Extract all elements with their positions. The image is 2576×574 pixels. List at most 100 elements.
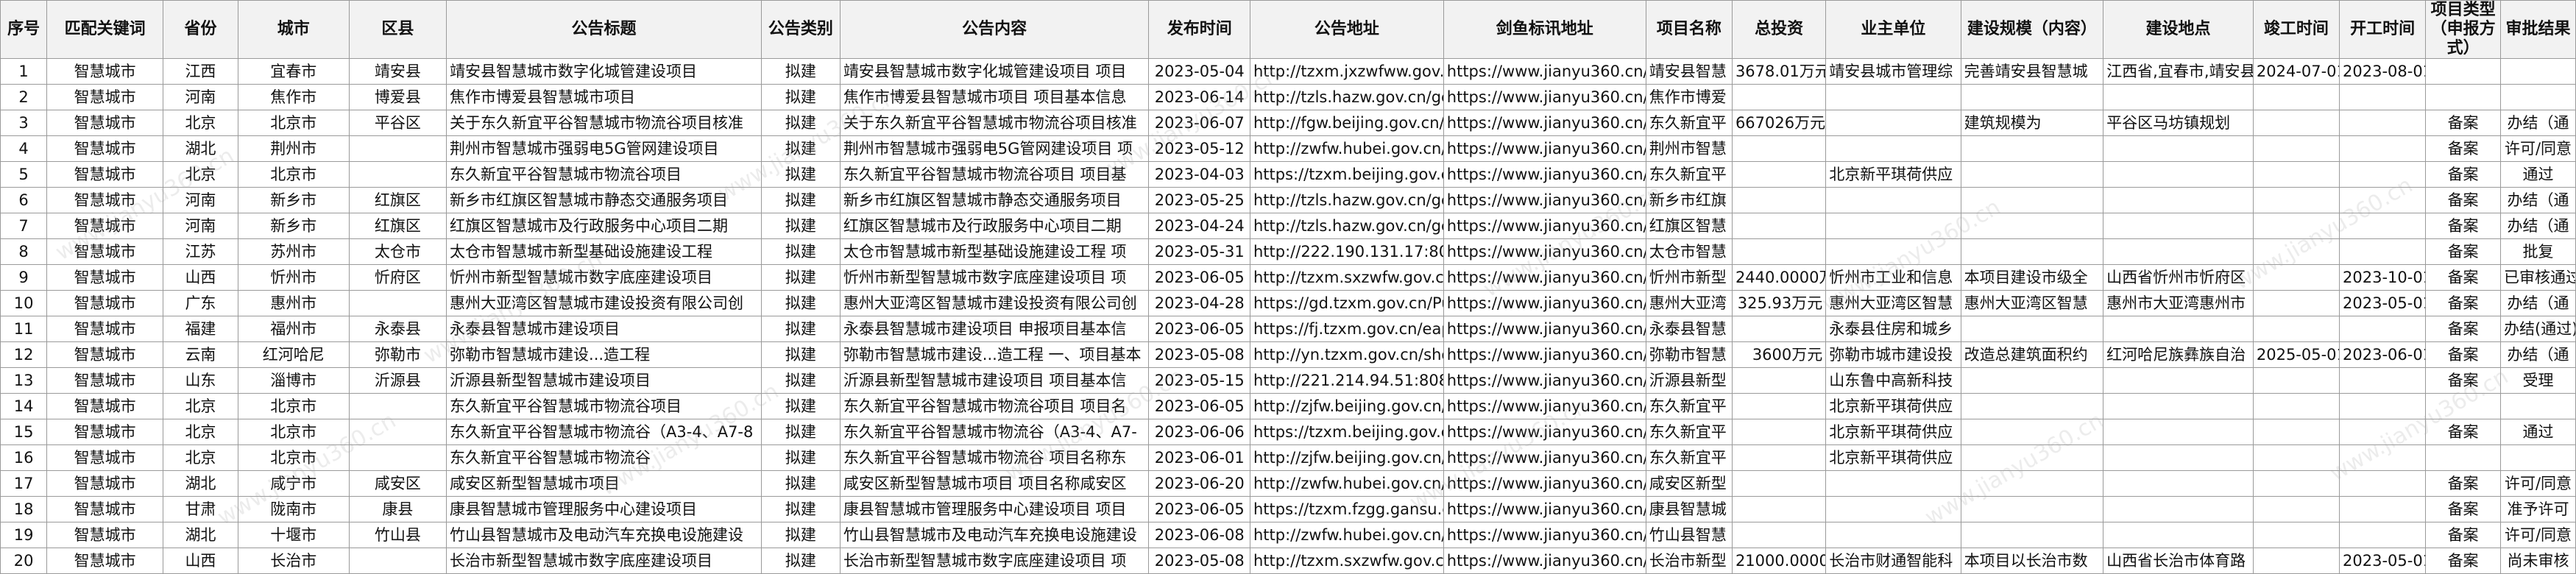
header-owner[interactable]: 业主单位	[1825, 0, 1961, 59]
cell-title[interactable]: 竹山县智慧城市及电动汽车充换电设施建设	[446, 522, 762, 548]
cell-seq[interactable]: 11	[0, 316, 48, 342]
cell-keyword[interactable]: 智慧城市	[46, 419, 164, 445]
cell-province[interactable]: 云南	[163, 341, 238, 368]
cell-title[interactable]: 东久新宜平谷智慧城市物流谷项目	[446, 161, 762, 188]
cell-start-date[interactable]	[2338, 187, 2427, 213]
cell-owner[interactable]: 长治市财通智能科	[1825, 548, 1961, 574]
cell-approval-result[interactable]: 许可/同意	[2500, 522, 2576, 548]
cell-seq[interactable]: 13	[0, 367, 48, 394]
cell-category[interactable]: 拟建	[760, 187, 841, 213]
cell-scale[interactable]: 完善靖安县智慧城	[1960, 58, 2104, 85]
cell-investment[interactable]	[1731, 213, 1827, 239]
cell-seq[interactable]: 20	[0, 548, 48, 574]
cell-city[interactable]: 北京市	[237, 444, 350, 471]
cell-publish-date[interactable]: 2023-05-08	[1148, 548, 1250, 574]
header-project-name[interactable]: 项目名称	[1645, 0, 1733, 59]
cell-scale[interactable]	[1960, 84, 2104, 110]
cell-location[interactable]	[2103, 393, 2254, 419]
cell-keyword[interactable]: 智慧城市	[46, 393, 164, 419]
cell-project-name[interactable]: 长治市新型	[1645, 548, 1733, 574]
cell-district[interactable]: 红旗区	[348, 187, 447, 213]
cell-jianyu-url[interactable]: https://www.jianyu360.cn/ar	[1443, 58, 1646, 85]
cell-category[interactable]: 拟建	[760, 58, 841, 85]
cell-district[interactable]: 弥勒市	[348, 341, 447, 368]
cell-owner[interactable]	[1825, 213, 1961, 239]
cell-notice-url[interactable]: https://tzxm.beijing.gov.cn/t	[1249, 161, 1444, 188]
cell-project-type[interactable]	[2425, 58, 2501, 85]
cell-jianyu-url[interactable]: https://www.jianyu360.cn/ar	[1443, 161, 1646, 188]
cell-project-name[interactable]: 东久新宜平	[1645, 110, 1733, 136]
cell-title[interactable]: 长治市新型智慧城市数字底座建设项目	[446, 548, 762, 574]
cell-keyword[interactable]: 智慧城市	[46, 213, 164, 239]
cell-district[interactable]: 竹山县	[348, 522, 447, 548]
cell-district[interactable]: 太仓市	[348, 238, 447, 265]
cell-keyword[interactable]: 智慧城市	[46, 58, 164, 85]
cell-start-date[interactable]	[2338, 393, 2427, 419]
cell-title[interactable]: 惠州大亚湾区智慧城市建设投资有限公司创	[446, 290, 762, 316]
cell-publish-date[interactable]: 2023-05-25	[1148, 187, 1250, 213]
cell-investment[interactable]: 667026万元	[1731, 110, 1827, 136]
table-row[interactable]: 1 智慧城市 江西 宜春市 靖安县 靖安县智慧城市数字化城管建设项目 拟建 靖安县智慧城市数字…	[0, 58, 2576, 85]
cell-notice-url[interactable]: https://gd.tzxm.gov.cn/Publ	[1249, 290, 1444, 316]
table-row[interactable]: 8 智慧城市 江苏 苏州市 太仓市 太仓市智慧城市新型基础设施建设工程 拟建 太仓市智慧城市新…	[0, 238, 2576, 265]
cell-owner[interactable]	[1825, 522, 1961, 548]
cell-location[interactable]: 平谷区马坊镇规划	[2103, 110, 2254, 136]
cell-notice-url[interactable]: http://222.190.131.17:8075/	[1249, 238, 1444, 265]
table-row[interactable]: 3 智慧城市 北京 北京市 平谷区 关于东久新宜平谷智慧城市物流谷项目核准 拟建 关于东久新宜…	[0, 110, 2576, 136]
cell-start-date[interactable]	[2338, 238, 2427, 265]
cell-jianyu-url[interactable]: https://www.jianyu360.cn/ar	[1443, 470, 1646, 497]
table-row[interactable]: 15 智慧城市 北京 北京市 东久新宜平谷智慧城市物流谷（A3-4、A7-8 拟建 东久新宜…	[0, 419, 2576, 445]
cell-jianyu-url[interactable]: https://www.jianyu360.cn/ar	[1443, 522, 1646, 548]
cell-publish-date[interactable]: 2023-04-24	[1148, 213, 1250, 239]
cell-district[interactable]: 永泰县	[348, 316, 447, 342]
cell-start-date[interactable]	[2338, 84, 2427, 110]
cell-completion-date[interactable]	[2252, 419, 2340, 445]
header-category[interactable]: 公告类别	[760, 0, 841, 59]
cell-city[interactable]: 北京市	[237, 110, 350, 136]
table-row[interactable]: 10 智慧城市 广东 惠州市 惠州大亚湾区智慧城市建设投资有限公司创 拟建 惠州大亚湾区智慧…	[0, 290, 2576, 316]
cell-title[interactable]: 咸安区新型智慧城市项目	[446, 470, 762, 497]
cell-content[interactable]: 关于东久新宜平谷智慧城市物流谷项目核准	[839, 110, 1150, 136]
cell-scale[interactable]: 本项目以长治市数	[1960, 548, 2104, 574]
cell-completion-date[interactable]	[2252, 84, 2340, 110]
cell-content[interactable]: 惠州大亚湾区智慧城市建设投资有限公司创	[839, 290, 1150, 316]
cell-owner[interactable]: 北京新平琪荷供应	[1825, 393, 1961, 419]
header-publish-date[interactable]: 发布时间	[1148, 0, 1250, 59]
cell-project-name[interactable]: 东久新宜平	[1645, 444, 1733, 471]
cell-province[interactable]: 北京	[163, 444, 238, 471]
cell-scale[interactable]	[1960, 393, 2104, 419]
cell-approval-result[interactable]: 许可/同意	[2500, 470, 2576, 497]
cell-city[interactable]: 荆州市	[237, 135, 350, 162]
cell-approval-result[interactable]: 通过	[2500, 419, 2576, 445]
cell-investment[interactable]: 3678.01万元	[1731, 58, 1827, 85]
cell-city[interactable]: 苏州市	[237, 238, 350, 265]
header-project-type[interactable]: 项目类型（申报方式）	[2425, 0, 2501, 59]
cell-keyword[interactable]: 智慧城市	[46, 341, 164, 368]
cell-category[interactable]: 拟建	[760, 496, 841, 522]
cell-publish-date[interactable]: 2023-06-20	[1148, 470, 1250, 497]
cell-project-type[interactable]: 备案	[2425, 161, 2501, 188]
table-row[interactable]: 11 智慧城市 福建 福州市 永泰县 永泰县智慧城市建设项目 拟建 永泰县智慧城市建设项目 申…	[0, 316, 2576, 342]
cell-publish-date[interactable]: 2023-05-08	[1148, 341, 1250, 368]
cell-content[interactable]: 焦作市博爱县智慧城市项目 项目基本信息	[839, 84, 1150, 110]
cell-district[interactable]	[348, 135, 447, 162]
cell-city[interactable]: 陇南市	[237, 496, 350, 522]
cell-completion-date[interactable]	[2252, 548, 2340, 574]
cell-project-name[interactable]: 焦作市博爱	[1645, 84, 1733, 110]
cell-scale[interactable]	[1960, 161, 2104, 188]
cell-notice-url[interactable]: http://tzls.hazw.gov.cn/gets	[1249, 84, 1444, 110]
cell-completion-date[interactable]	[2252, 187, 2340, 213]
cell-scale[interactable]: 改造总建筑面积约	[1960, 341, 2104, 368]
header-notice-url[interactable]: 公告地址	[1249, 0, 1444, 59]
header-scale[interactable]: 建设规模（内容）	[1960, 0, 2104, 59]
cell-jianyu-url[interactable]: https://www.jianyu360.cn/ar	[1443, 341, 1646, 368]
cell-title[interactable]: 永泰县智慧城市建设项目	[446, 316, 762, 342]
cell-completion-date[interactable]	[2252, 213, 2340, 239]
cell-location[interactable]	[2103, 213, 2254, 239]
cell-completion-date[interactable]	[2252, 522, 2340, 548]
cell-project-type[interactable]: 备案	[2425, 316, 2501, 342]
table-row[interactable]: 18 智慧城市 甘肃 陇南市 康县 康县智慧城市管理服务中心建设项目 拟建 康县智慧城市管理服…	[0, 496, 2576, 522]
cell-investment[interactable]	[1731, 470, 1827, 497]
cell-content[interactable]: 红旗区智慧城市及行政服务中心项目二期	[839, 213, 1150, 239]
cell-category[interactable]: 拟建	[760, 444, 841, 471]
